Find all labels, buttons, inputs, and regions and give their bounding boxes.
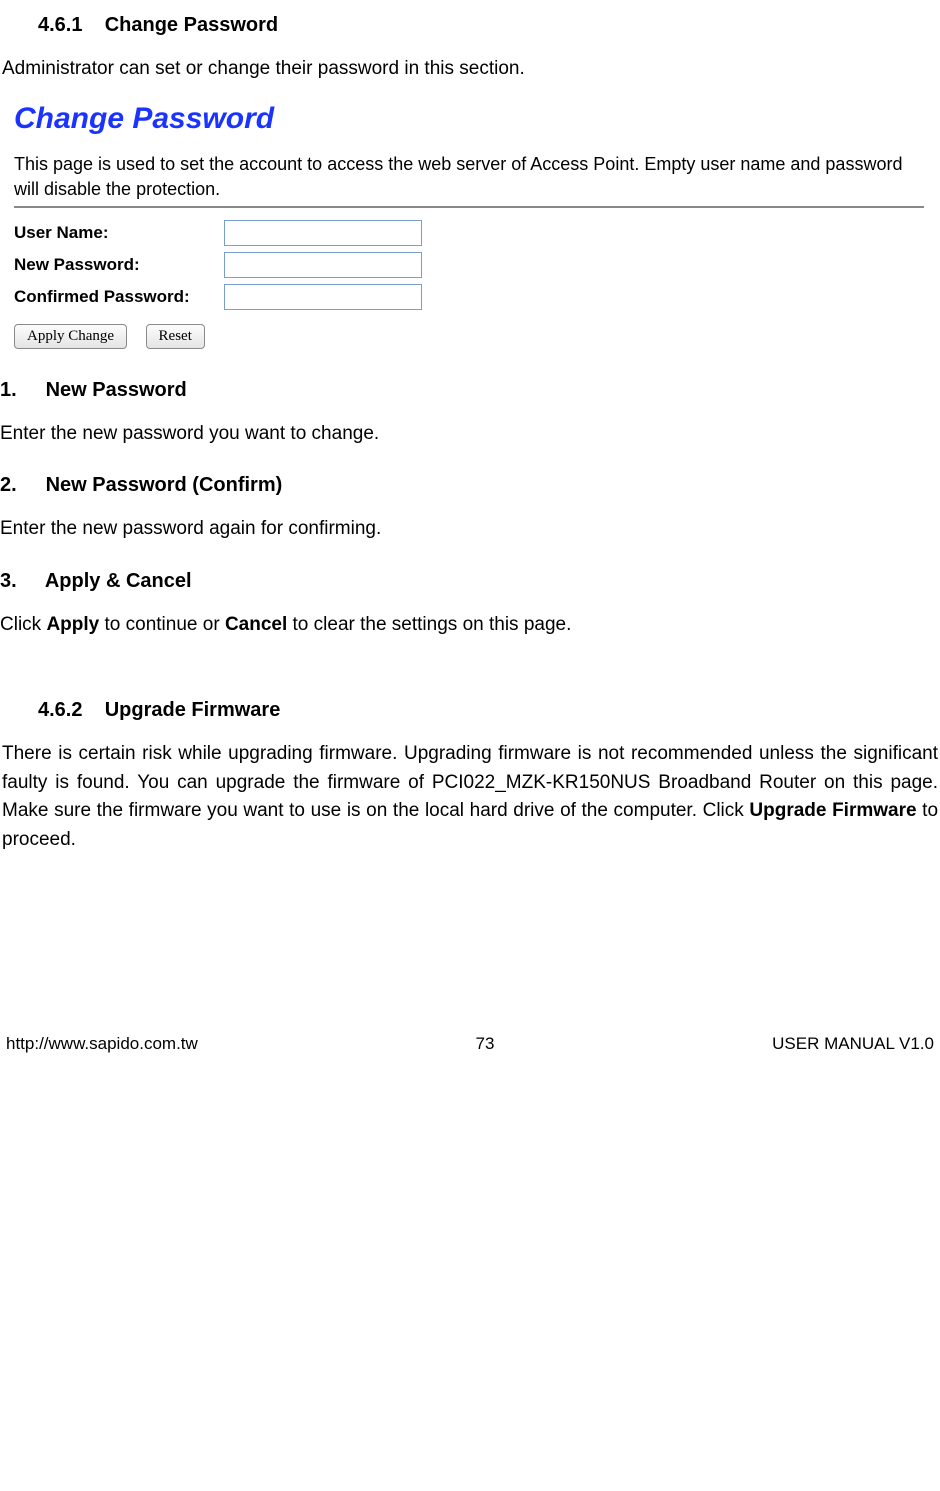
new-password-input[interactable] [224,252,422,278]
section-title-2: Upgrade Firmware [105,699,281,721]
item-2-number: 2. [0,474,40,497]
change-password-panel: Change Password This page is used to set… [14,102,924,349]
item-1-text: Enter the new password you want to chang… [0,420,940,449]
label-confirm-password: Confirmed Password: [14,287,224,307]
section-heading-461: 4.6.1 Change Password [38,14,940,37]
row-confirm-password: Confirmed Password: [14,284,924,310]
item-3-bold2: Cancel [225,614,287,635]
section-title: Change Password [105,14,278,36]
panel-description: This page is used to set the account to … [14,152,924,202]
item-3-mid: to continue or [99,614,225,635]
page-footer: http://www.sapido.com.tw 73 USER MANUAL … [0,1034,940,1054]
item-1-title: New Password [46,379,187,401]
section-number-2: 4.6.2 [38,699,82,721]
reset-button[interactable]: Reset [146,324,205,349]
label-new-password: New Password: [14,255,224,275]
username-input[interactable] [224,220,422,246]
item-2-title: New Password (Confirm) [46,474,283,496]
footer-url: http://www.sapido.com.tw [6,1034,198,1054]
section-intro: Administrator can set or change their pa… [0,55,940,84]
section-heading-462: 4.6.2 Upgrade Firmware [38,699,940,722]
section-number: 4.6.1 [38,14,82,36]
row-username: User Name: [14,220,924,246]
divider [14,206,924,208]
section2-paragraph: There is certain risk while upgrading fi… [0,740,940,854]
item-3-pre: Click [0,614,46,635]
panel-title: Change Password [14,102,924,136]
button-row: Apply Change Reset [14,324,924,349]
item-3-bold1: Apply [46,614,99,635]
confirm-password-input[interactable] [224,284,422,310]
item-2-text: Enter the new password again for confirm… [0,515,940,544]
item-3-number: 3. [0,570,40,593]
section2-bold: Upgrade Firmware [749,800,916,821]
apply-change-button[interactable]: Apply Change [14,324,127,349]
item-2-heading: 2. New Password (Confirm) [0,474,940,497]
row-new-password: New Password: [14,252,924,278]
item-3-text: Click Apply to continue or Cancel to cle… [0,611,940,640]
footer-doc-title: USER MANUAL V1.0 [772,1034,934,1054]
label-username: User Name: [14,223,224,243]
item-3-post: to clear the settings on this page. [287,614,571,635]
item-1-number: 1. [0,379,40,402]
footer-page-number: 73 [476,1034,495,1054]
item-3-title: Apply & Cancel [45,570,192,592]
item-3-heading: 3. Apply & Cancel [0,570,940,593]
item-1-heading: 1. New Password [0,379,940,402]
